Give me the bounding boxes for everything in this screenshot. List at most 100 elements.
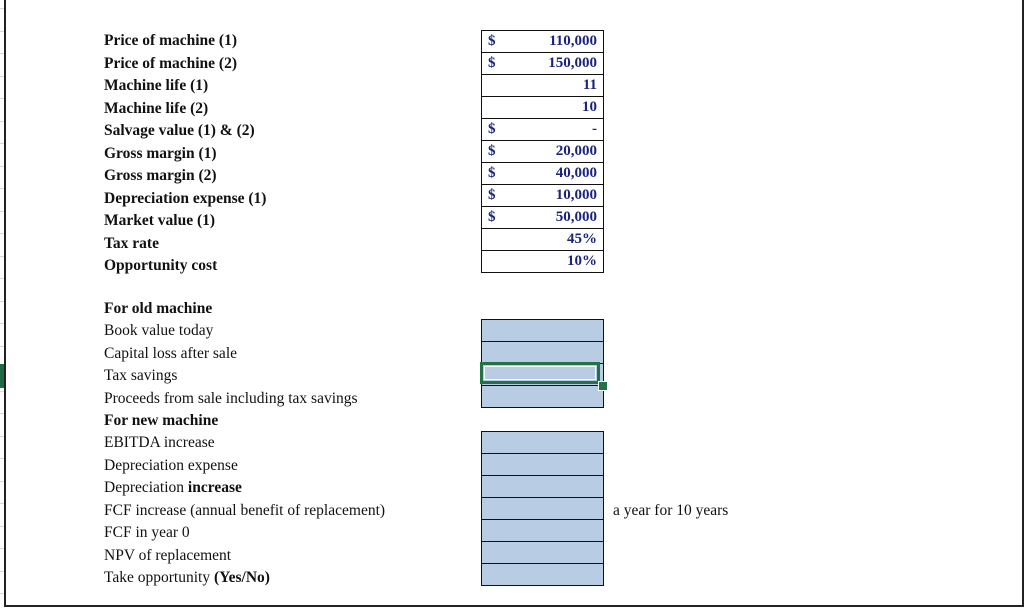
row-label-text: FCF increase (annual benefit of replacem… xyxy=(104,502,386,519)
row-label-text: Gross margin (2) xyxy=(104,167,217,184)
row-divider xyxy=(0,436,4,437)
cell-value: 10% xyxy=(567,253,597,269)
row-divider xyxy=(0,526,4,527)
row-label: Gross margin (1) xyxy=(104,143,217,165)
row-label: Market value (1) xyxy=(104,210,215,232)
currency-symbol: $ xyxy=(488,187,496,203)
value-cell[interactable]: $ - xyxy=(482,119,603,141)
value-cell[interactable]: 10% xyxy=(482,251,603,272)
row-divider xyxy=(0,323,4,324)
value-cell[interactable] xyxy=(482,476,603,498)
cell-value: 50,000 xyxy=(555,209,597,225)
row-divider xyxy=(0,31,4,32)
row-label-text: EBITDA increase xyxy=(104,434,215,451)
row-label-text: Machine life (1) xyxy=(104,77,209,94)
cell-value: 150,000 xyxy=(548,55,597,71)
row-label: FCF increase (annual benefit of replacem… xyxy=(104,500,385,522)
row-divider xyxy=(0,301,4,302)
row-divider xyxy=(0,53,4,54)
row-divider xyxy=(0,481,4,482)
row-divider xyxy=(0,166,4,167)
cell-value: 10 xyxy=(582,99,597,115)
fcf-note: a year for 10 years xyxy=(613,502,729,519)
row-divider xyxy=(0,391,4,392)
active-row-indicator xyxy=(0,364,4,388)
row-label-text: Salvage value (1) & (2) xyxy=(104,122,255,139)
row-label: EBITDA increase xyxy=(104,432,215,454)
value-cell[interactable] xyxy=(482,432,603,454)
value-cell[interactable]: $50,000 xyxy=(482,207,603,229)
value-cell[interactable] xyxy=(482,498,603,520)
row-label-text: FCF in year 0 xyxy=(104,524,190,541)
row-label-text: Capital loss after sale xyxy=(104,345,237,362)
row-label-text: Price of machine (1) xyxy=(104,32,237,49)
row-label: Price of machine (2) xyxy=(104,53,237,75)
row-divider xyxy=(0,413,4,414)
row-divider xyxy=(0,458,4,459)
row-divider xyxy=(0,98,4,99)
value-cell[interactable]: 11 xyxy=(482,75,603,97)
value-cell[interactable]: $110,000 xyxy=(482,31,603,53)
row-label-emphasis: increase xyxy=(187,479,242,496)
currency-symbol: $ xyxy=(488,33,496,49)
row-label-text: Machine life (2) xyxy=(104,100,209,117)
row-label: Depreciation expense xyxy=(104,455,238,477)
value-cell[interactable]: $150,000 xyxy=(482,53,603,75)
row-label-emphasis: (Yes/No) xyxy=(213,569,270,586)
row-divider xyxy=(0,211,4,212)
row-divider xyxy=(0,278,4,279)
old-machine-heading: For old machine xyxy=(104,300,213,317)
value-cell[interactable] xyxy=(482,320,603,342)
row-divider xyxy=(0,548,4,549)
row-label: Take opportunity (Yes/No) xyxy=(104,567,270,589)
row-label: Price of machine (1) xyxy=(104,30,237,52)
value-cell[interactable]: 45% xyxy=(482,229,603,251)
row-label: Machine life (2) xyxy=(104,98,208,120)
row-divider xyxy=(0,188,4,189)
selected-cell-tax-savings[interactable] xyxy=(480,362,600,384)
row-label: Tax savings xyxy=(104,365,177,387)
value-cell[interactable]: $40,000 xyxy=(482,163,603,185)
input-values-table: $110,000 $150,000 11 10 $ - $20,000 $40,000 $10,… xyxy=(481,30,604,273)
value-cell[interactable] xyxy=(482,542,603,564)
value-cell[interactable]: 10 xyxy=(482,97,603,119)
cell-value: 10,000 xyxy=(555,187,597,203)
value-cell[interactable] xyxy=(482,386,603,407)
row-label: Opportunity cost xyxy=(104,255,217,277)
row-label-text: Market value (1) xyxy=(104,212,216,229)
cell-value: 40,000 xyxy=(555,165,597,181)
value-cell[interactable] xyxy=(482,520,603,542)
row-label-text: Proceeds from sale including tax savings xyxy=(104,390,358,407)
new-machine-heading: For new machine xyxy=(104,412,219,429)
row-divider xyxy=(0,256,4,257)
row-divider xyxy=(0,503,4,504)
row-divider xyxy=(0,121,4,122)
row-divider xyxy=(0,233,4,234)
row-label-text: Depreciation xyxy=(104,479,188,496)
row-label: FCF in year 0 xyxy=(104,522,190,544)
currency-symbol: $ xyxy=(488,165,496,181)
row-label: NPV of replacement xyxy=(104,545,231,567)
cell-value: 110,000 xyxy=(549,33,597,49)
currency-symbol: $ xyxy=(488,55,496,71)
currency-symbol: $ xyxy=(488,143,496,159)
value-cell[interactable]: $10,000 xyxy=(482,185,603,207)
row-label: Salvage value (1) & (2) xyxy=(104,120,255,142)
currency-symbol: $ xyxy=(488,209,496,225)
row-divider xyxy=(0,571,4,572)
row-label-text: Book value today xyxy=(104,322,214,339)
value-cell[interactable] xyxy=(482,342,603,364)
value-cell[interactable] xyxy=(482,564,603,585)
row-label-text: Depreciation expense (1) xyxy=(104,190,267,207)
row-label: Depreciation increase xyxy=(104,477,242,499)
row-label-text: Depreciation expense xyxy=(104,457,238,474)
cell-value: - xyxy=(592,121,597,137)
row-label: Depreciation expense (1) xyxy=(104,188,266,210)
currency-symbol: $ xyxy=(488,121,496,137)
value-cell[interactable] xyxy=(482,454,603,476)
new-machine-answer-table xyxy=(481,431,604,586)
fill-handle[interactable] xyxy=(598,381,608,391)
row-label-text: NPV of replacement xyxy=(104,547,232,564)
value-cell[interactable]: $20,000 xyxy=(482,141,603,163)
row-label: Gross margin (2) xyxy=(104,165,217,187)
